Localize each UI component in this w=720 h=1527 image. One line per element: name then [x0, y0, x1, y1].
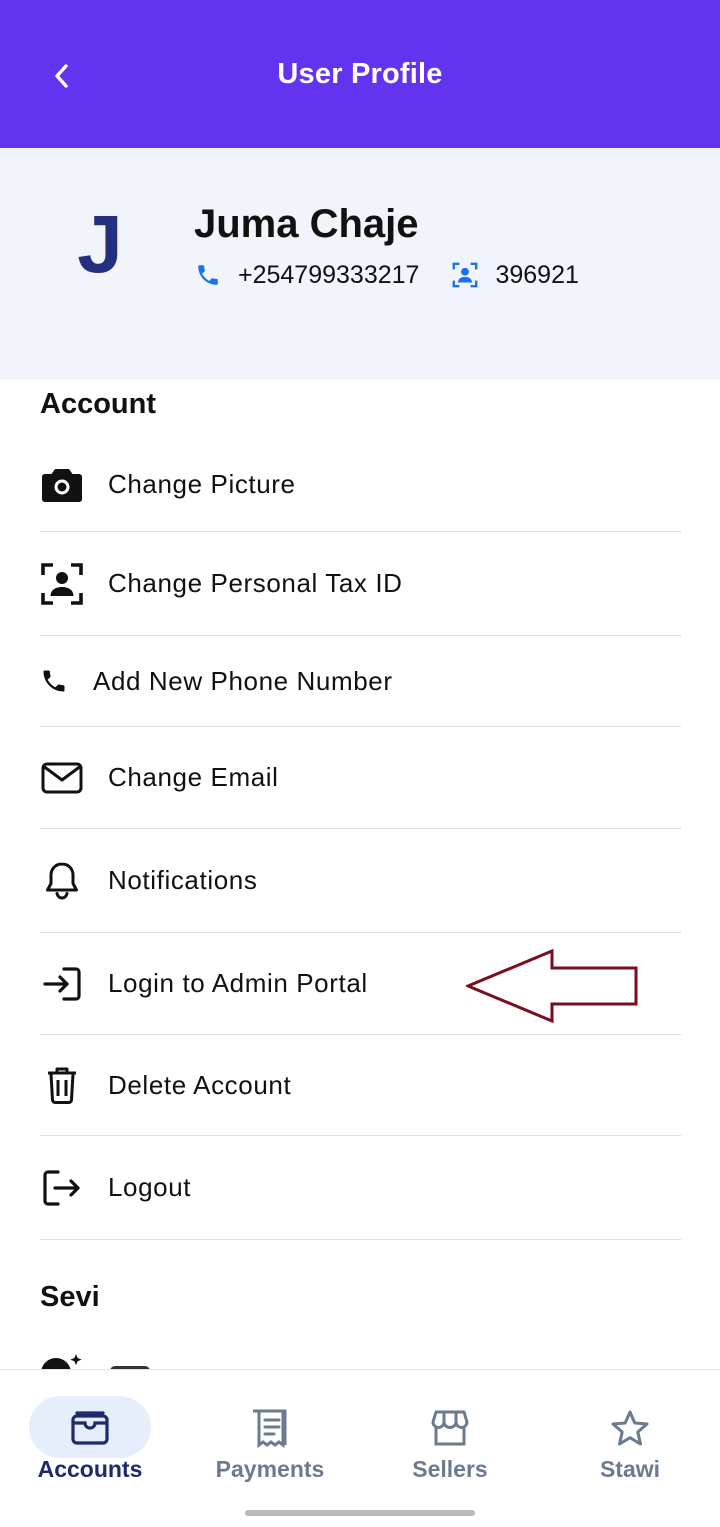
nav-tab-sellers[interactable]: Sellers	[360, 1370, 540, 1490]
section-title-sevi: Sevi	[40, 1281, 100, 1313]
receipt-icon	[250, 1408, 290, 1448]
menu-item-change-picture[interactable]: Change Picture	[40, 438, 681, 532]
nav-label: Payments	[215, 1456, 325, 1482]
phone-number: +254799333217	[238, 260, 420, 289]
nav-tab-stawi[interactable]: Stawi	[540, 1370, 720, 1490]
menu-item-label: Change Personal Tax ID	[108, 568, 403, 598]
menu-item-label: Change Email	[108, 762, 279, 792]
user-name: Juma Chaje	[194, 202, 419, 246]
menu-item-logout[interactable]: Logout	[40, 1136, 681, 1240]
menu-item-label: Notifications	[108, 865, 258, 895]
page-title: User Profile	[277, 58, 443, 90]
nav-label: Stawi	[599, 1456, 661, 1482]
logout-icon	[40, 1166, 84, 1210]
menu-item-label: Logout	[108, 1172, 192, 1202]
contact-row: +254799333217 396921	[194, 258, 579, 292]
app-bar: User Profile	[0, 0, 720, 148]
menu-item-change-tax-id[interactable]: Change Personal Tax ID	[40, 532, 681, 636]
sparkle-icon	[41, 1354, 150, 1370]
phone-icon	[194, 261, 222, 289]
section-title-account: Account	[40, 388, 156, 420]
menu-item-add-phone[interactable]: Add New Phone Number	[40, 636, 681, 727]
profile-card: J Juma Chaje +254799333217 396921	[0, 148, 720, 380]
login-icon	[40, 962, 84, 1006]
nav-tab-accounts[interactable]: Accounts	[0, 1370, 180, 1490]
avatar[interactable]: J	[60, 199, 140, 290]
id-scan-icon	[40, 562, 84, 606]
menu-item-delete-account[interactable]: Delete Account	[40, 1035, 681, 1136]
annotation-arrow-icon	[466, 948, 638, 1024]
home-indicator[interactable]	[245, 1510, 475, 1516]
id-badge-icon	[451, 261, 479, 289]
id-number: 396921	[495, 260, 579, 289]
phone-icon	[40, 659, 68, 703]
nav-label: Accounts	[37, 1456, 143, 1482]
bell-icon	[40, 859, 84, 903]
camera-icon	[40, 463, 84, 507]
partially-hidden-item[interactable]	[40, 1352, 160, 1370]
menu-item-label: Change Picture	[108, 469, 296, 499]
nav-tab-payments[interactable]: Payments	[180, 1370, 360, 1490]
store-icon	[430, 1408, 470, 1448]
star-icon	[610, 1408, 650, 1448]
wallet-icon	[70, 1408, 110, 1448]
bottom-nav: Accounts Payments Sellers Stawi	[0, 1369, 720, 1527]
nav-label: Sellers	[412, 1456, 488, 1482]
trash-icon	[40, 1063, 84, 1107]
menu-item-label: Add New Phone Number	[93, 665, 393, 696]
menu-item-change-email[interactable]: Change Email	[40, 727, 681, 829]
menu-item-label: Login to Admin Portal	[108, 968, 368, 998]
envelope-icon	[40, 756, 84, 800]
menu-item-notifications[interactable]: Notifications	[40, 829, 681, 933]
menu-item-label: Delete Account	[108, 1069, 292, 1100]
